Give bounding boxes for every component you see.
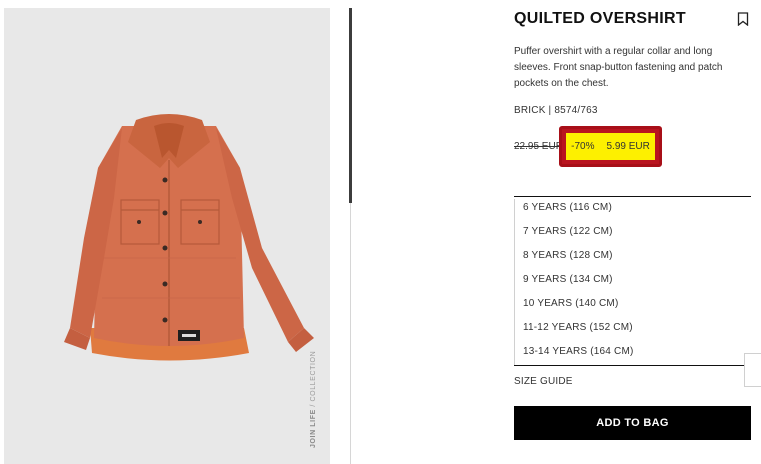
size-option[interactable]: 7 YEARS (122 CM)	[515, 223, 752, 247]
product-description: Puffer overshirt with a regular collar a…	[514, 46, 723, 89]
size-list-divider-bottom	[514, 365, 751, 366]
size-option[interactable]: 6 YEARS (116 CM)	[515, 199, 752, 223]
bookmark-icon[interactable]	[737, 12, 749, 26]
discount-highlight: -70% 5.99 EUR	[559, 126, 662, 167]
discount-percentage: -70%	[571, 141, 595, 152]
size-option[interactable]: 9 YEARS (134 CM)	[515, 271, 752, 295]
size-option[interactable]: 10 YEARS (140 CM)	[515, 295, 752, 319]
side-panel-tab[interactable]	[744, 353, 761, 387]
add-to-bag-button[interactable]: ADD TO BAG	[514, 406, 751, 440]
product-reference: BRICK | 8574/763	[514, 105, 598, 116]
size-option[interactable]: 13-14 YEARS (164 CM)	[515, 343, 752, 367]
product-image[interactable]: JOIN LIFE / COLLECTION	[4, 8, 330, 464]
size-option[interactable]: 8 YEARS (128 CM)	[515, 247, 752, 271]
image-scrollbar-thumb[interactable]	[349, 8, 352, 203]
size-option[interactable]: 11-12 YEARS (152 CM)	[515, 319, 752, 343]
old-price: 22.95 EUR	[514, 141, 563, 152]
size-list: 6 YEARS (116 CM) 7 YEARS (122 CM) 8 YEAR…	[514, 199, 752, 365]
image-caption: JOIN LIFE / COLLECTION	[310, 350, 317, 448]
product-title: QUILTED OVERSHIRT	[514, 10, 686, 27]
sale-price: 5.99 EUR	[606, 141, 650, 152]
size-guide-link[interactable]: SIZE GUIDE	[514, 376, 573, 387]
jacket-illustration	[64, 114, 314, 361]
size-list-divider-top	[514, 196, 751, 197]
